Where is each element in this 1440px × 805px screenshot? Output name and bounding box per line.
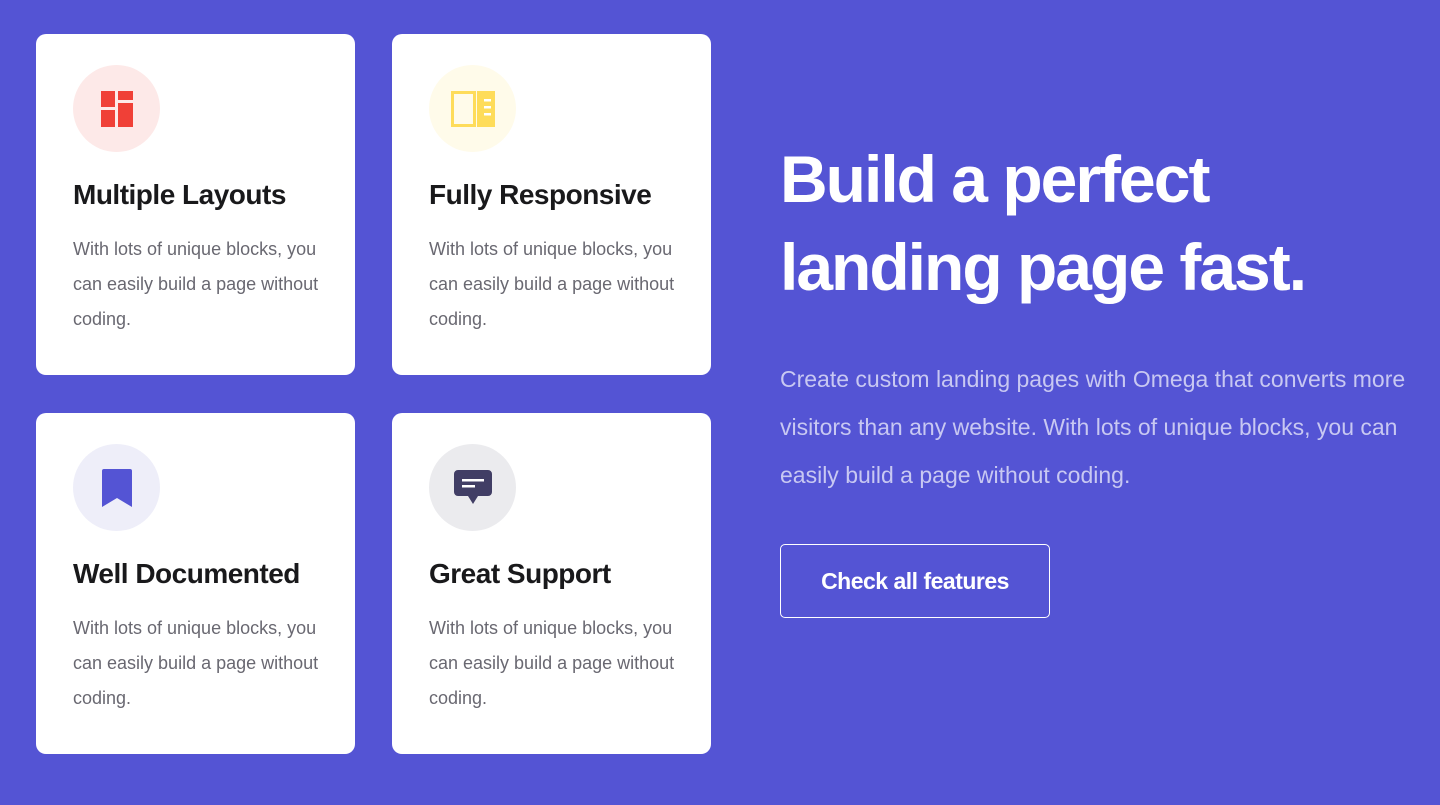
layout-grid-icon xyxy=(100,90,133,127)
feature-title: Fully Responsive xyxy=(429,179,652,210)
feature-description: With lots of unique blocks, you can easi… xyxy=(73,238,319,329)
feature-icon-circle xyxy=(73,444,160,531)
check-all-features-button[interactable]: Check all features xyxy=(780,544,1050,618)
feature-description: With lots of unique blocks, you can easi… xyxy=(429,238,675,329)
hero-title: Build a perfect landing page fast. xyxy=(780,142,1307,304)
feature-card-great-support: Great Support With lots of unique blocks… xyxy=(392,413,711,754)
feature-description: With lots of unique blocks, you can easi… xyxy=(429,617,675,708)
chat-message-icon xyxy=(453,469,492,504)
feature-title: Great Support xyxy=(429,558,611,589)
feature-card-multiple-layouts: Multiple Layouts With lots of unique blo… xyxy=(36,34,355,375)
feature-icon-circle xyxy=(429,65,516,152)
feature-card-well-documented: Well Documented With lots of unique bloc… xyxy=(36,413,355,754)
feature-title: Multiple Layouts xyxy=(73,179,286,210)
hero-content: Build a perfect landing page fast. Creat… xyxy=(780,135,1430,618)
feature-card-fully-responsive: Fully Responsive With lots of unique blo… xyxy=(392,34,711,375)
feature-title: Well Documented xyxy=(73,558,300,589)
features-section: Multiple Layouts With lots of unique blo… xyxy=(0,0,1440,805)
feature-icon-circle xyxy=(429,444,516,531)
bookmark-icon xyxy=(101,468,132,507)
feature-description: With lots of unique blocks, you can easi… xyxy=(73,617,319,708)
feature-icon-circle xyxy=(73,65,160,152)
responsive-panel-icon xyxy=(450,90,495,127)
hero-description: Create custom landing pages with Omega t… xyxy=(780,366,1406,488)
